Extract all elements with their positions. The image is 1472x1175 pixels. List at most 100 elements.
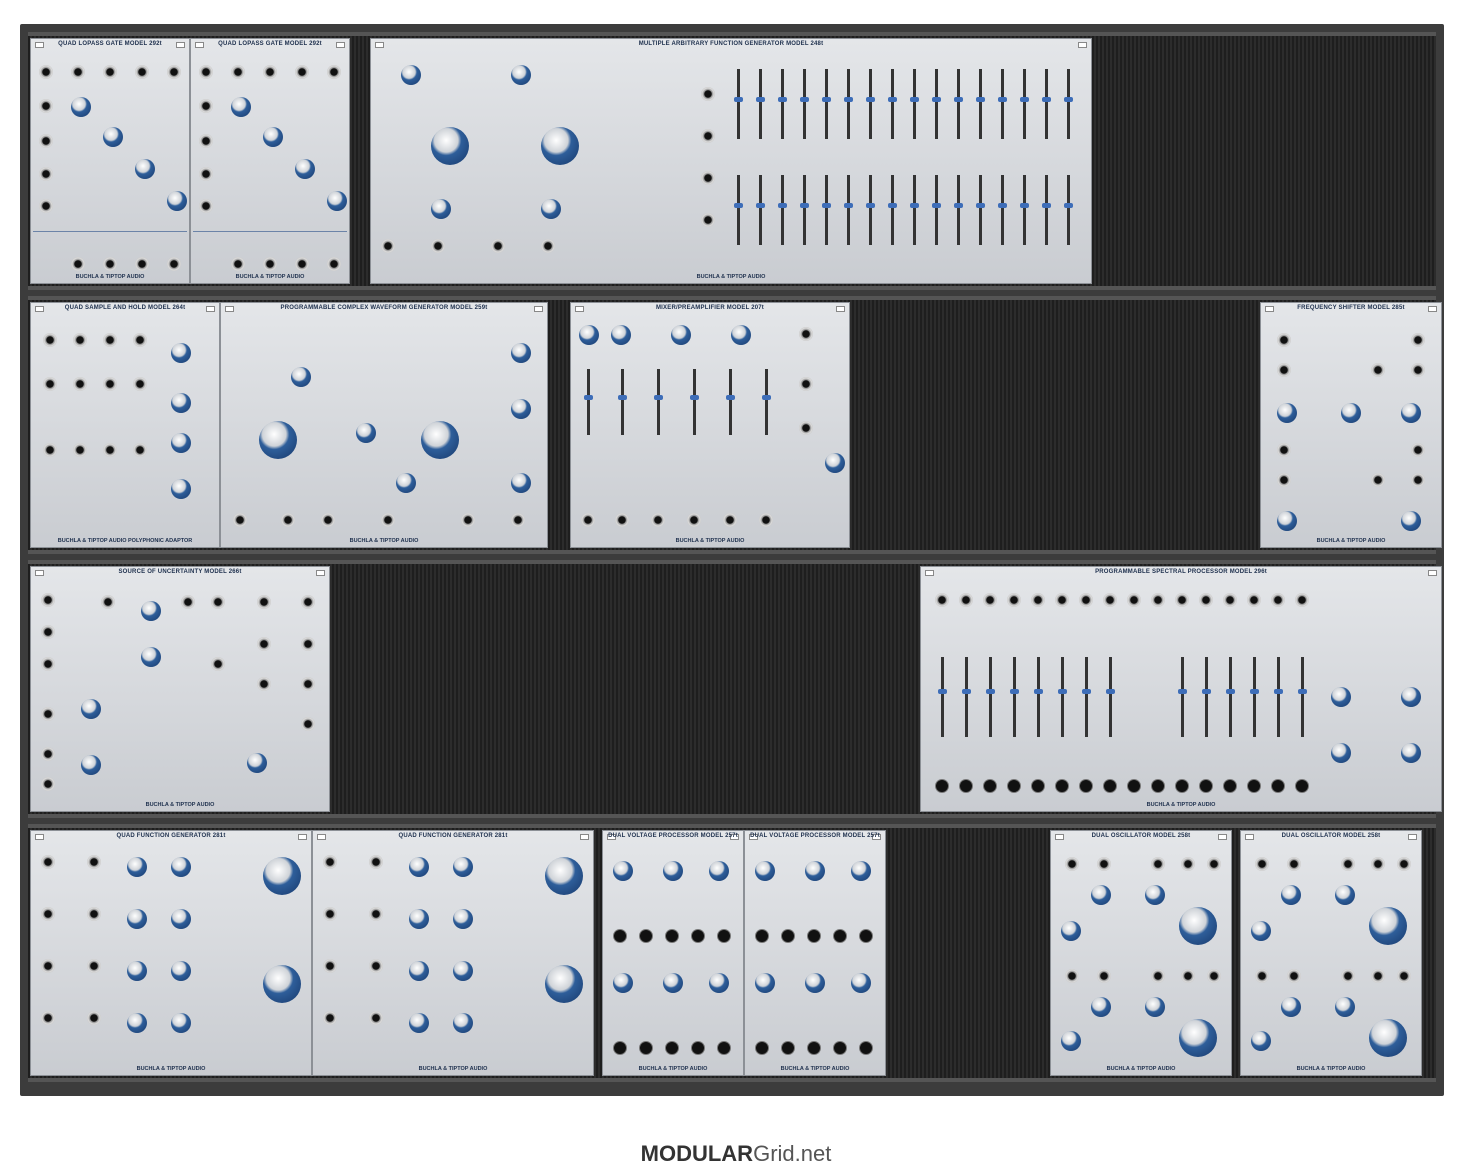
touch-button[interactable] xyxy=(691,1041,705,1055)
patch-jack[interactable] xyxy=(1277,443,1291,457)
rotary-knob[interactable] xyxy=(755,973,775,993)
rotary-knob[interactable] xyxy=(409,1013,429,1033)
touch-button[interactable] xyxy=(807,929,821,943)
fader-slider[interactable] xyxy=(778,175,787,245)
patch-jack[interactable] xyxy=(723,513,737,527)
fader-slider[interactable] xyxy=(844,69,853,139)
patch-jack[interactable] xyxy=(581,513,595,527)
patch-jack[interactable] xyxy=(369,1011,383,1025)
rotary-knob[interactable] xyxy=(103,127,123,147)
rotary-knob[interactable] xyxy=(579,325,599,345)
module-quad-sample-and-hold[interactable]: QUAD SAMPLE AND HOLD MODEL 264t BUCHLA &… xyxy=(30,302,220,548)
rotary-knob[interactable] xyxy=(127,909,147,929)
fader-slider[interactable] xyxy=(1082,657,1091,737)
fader-slider[interactable] xyxy=(1178,657,1187,737)
rotary-knob[interactable] xyxy=(141,647,161,667)
fader-slider[interactable] xyxy=(1042,175,1051,245)
patch-jack[interactable] xyxy=(1181,857,1195,871)
patch-jack[interactable] xyxy=(87,1011,101,1025)
patch-jack[interactable] xyxy=(1411,443,1425,457)
module-mixer-preamplifier[interactable]: MIXER/PREAMPLIFIER MODEL 207t BUCHLA & T… xyxy=(570,302,850,548)
patch-jack[interactable] xyxy=(1341,857,1355,871)
patch-jack[interactable] xyxy=(167,65,181,79)
patch-jack[interactable] xyxy=(1247,593,1261,607)
fader-slider[interactable] xyxy=(844,175,853,245)
patch-jack[interactable] xyxy=(1103,593,1117,607)
rotary-knob[interactable] xyxy=(81,699,101,719)
rotary-knob[interactable] xyxy=(167,191,187,211)
fader-slider[interactable] xyxy=(866,175,875,245)
touch-button[interactable] xyxy=(639,929,653,943)
patch-jack[interactable] xyxy=(87,855,101,869)
rotary-knob[interactable] xyxy=(327,191,347,211)
module-quad-function-generator-2[interactable]: QUAD FUNCTION GENERATOR 281t BUCHLA & TI… xyxy=(312,830,594,1076)
fader-slider[interactable] xyxy=(976,175,985,245)
fader-slider[interactable] xyxy=(756,175,765,245)
patch-jack[interactable] xyxy=(701,171,715,185)
rotary-knob[interactable] xyxy=(431,127,469,165)
patch-jack[interactable] xyxy=(321,513,335,527)
patch-jack[interactable] xyxy=(103,377,117,391)
rotary-knob[interactable] xyxy=(613,973,633,993)
patch-jack[interactable] xyxy=(41,855,55,869)
touch-button[interactable] xyxy=(665,1041,679,1055)
fader-slider[interactable] xyxy=(998,69,1007,139)
patch-jack[interactable] xyxy=(461,513,475,527)
patch-jack[interactable] xyxy=(41,747,55,761)
patch-jack[interactable] xyxy=(323,907,337,921)
module-quad-lopass-gate-1[interactable]: QUAD LOPASS GATE MODEL 292t BUCHLA & TIP… xyxy=(30,38,190,284)
patch-jack[interactable] xyxy=(799,327,813,341)
patch-jack[interactable] xyxy=(687,513,701,527)
patch-jack[interactable] xyxy=(263,257,277,271)
patch-jack[interactable] xyxy=(133,333,147,347)
patch-jack[interactable] xyxy=(701,129,715,143)
touch-button[interactable] xyxy=(781,929,795,943)
patch-jack[interactable] xyxy=(651,513,665,527)
patch-jack[interactable] xyxy=(1277,333,1291,347)
patch-jack[interactable] xyxy=(1371,969,1385,983)
patch-jack[interactable] xyxy=(541,239,555,253)
patch-jack[interactable] xyxy=(231,65,245,79)
touch-button[interactable] xyxy=(755,1041,769,1055)
patch-jack[interactable] xyxy=(39,65,53,79)
patch-jack[interactable] xyxy=(73,377,87,391)
patch-jack[interactable] xyxy=(199,65,213,79)
patch-jack[interactable] xyxy=(1271,593,1285,607)
fader-slider[interactable] xyxy=(734,69,743,139)
patch-jack[interactable] xyxy=(71,65,85,79)
patch-jack[interactable] xyxy=(759,513,773,527)
patch-jack[interactable] xyxy=(181,595,195,609)
module-dual-oscillator-1[interactable]: DUAL OSCILLATOR MODEL 258t BUCHLA & TIPT… xyxy=(1050,830,1232,1076)
fader-slider[interactable] xyxy=(1250,657,1259,737)
fader-slider[interactable] xyxy=(734,175,743,245)
rotary-knob[interactable] xyxy=(1335,885,1355,905)
patch-jack[interactable] xyxy=(511,513,525,527)
patch-jack[interactable] xyxy=(73,333,87,347)
rotary-knob[interactable] xyxy=(541,199,561,219)
touch-button[interactable] xyxy=(665,929,679,943)
fader-slider[interactable] xyxy=(866,69,875,139)
rotary-knob[interactable] xyxy=(453,909,473,929)
patch-jack[interactable] xyxy=(1295,593,1309,607)
rotary-knob[interactable] xyxy=(1281,997,1301,1017)
patch-jack[interactable] xyxy=(43,443,57,457)
rotary-knob[interactable] xyxy=(263,965,301,1003)
fader-slider[interactable] xyxy=(1298,657,1307,737)
patch-jack[interactable] xyxy=(41,1011,55,1025)
fader-slider[interactable] xyxy=(910,69,919,139)
rotary-knob[interactable] xyxy=(1401,743,1421,763)
patch-jack[interactable] xyxy=(133,377,147,391)
patch-jack[interactable] xyxy=(1371,473,1385,487)
rotary-knob[interactable] xyxy=(611,325,631,345)
patch-jack[interactable] xyxy=(43,377,57,391)
patch-jack[interactable] xyxy=(327,257,341,271)
touch-button[interactable] xyxy=(959,779,973,793)
rotary-knob[interactable] xyxy=(127,857,147,877)
patch-jack[interactable] xyxy=(701,87,715,101)
patch-jack[interactable] xyxy=(1277,363,1291,377)
rotary-knob[interactable] xyxy=(127,1013,147,1033)
rotary-knob[interactable] xyxy=(1369,1019,1407,1057)
fader-slider[interactable] xyxy=(976,69,985,139)
patch-jack[interactable] xyxy=(1031,593,1045,607)
rotary-knob[interactable] xyxy=(545,857,583,895)
